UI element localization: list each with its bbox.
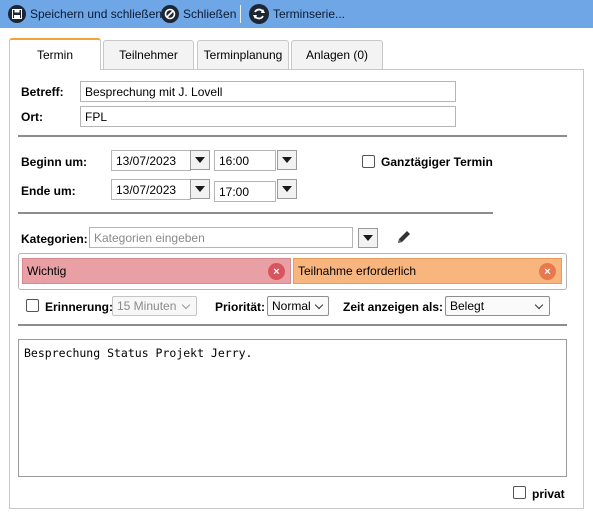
start-date-input[interactable]: 13/07/2023 [111, 150, 191, 171]
end-time-dropdown[interactable] [277, 179, 297, 199]
start-date-dropdown[interactable] [190, 150, 210, 170]
priority-select[interactable]: Normal [267, 296, 329, 316]
start-label: Beginn um: [21, 155, 87, 169]
remove-tag-icon[interactable]: × [268, 263, 285, 280]
tab-label: Terminplanung [203, 48, 283, 62]
chevron-down-icon [195, 186, 205, 192]
allday-label: Ganztägiger Termin [381, 155, 493, 169]
reminder-checkbox[interactable] [26, 299, 39, 312]
notes-textarea[interactable]: Besprechung Status Projekt Jerry. [18, 339, 567, 477]
priority-label: Priorität: [215, 300, 266, 314]
divider [18, 324, 567, 326]
save-icon [8, 5, 26, 23]
start-time-dropdown[interactable] [277, 150, 297, 170]
recurrence-button[interactable]: Terminserie... [249, 3, 345, 25]
allday-checkbox[interactable] [362, 155, 375, 168]
start-time-input[interactable]: 16:00 [214, 150, 276, 171]
private-checkbox[interactable] [513, 486, 526, 499]
tab-terminplanung[interactable]: Terminplanung [197, 40, 289, 69]
showas-label: Zeit anzeigen als: [343, 300, 444, 314]
chevron-down-icon [181, 300, 191, 310]
toolbar: Speichern und schließen Schließen Termin… [0, 0, 593, 28]
divider [18, 135, 567, 137]
subject-label: Betreff: [21, 85, 64, 99]
recurrence-icon [249, 4, 269, 24]
tag-wichtig: Wichtig [22, 258, 291, 284]
tab-label: Teilnehmer [119, 48, 178, 62]
reminder-select[interactable]: 15 Minuten [112, 296, 197, 316]
tab-anlagen[interactable]: Anlagen (0) [291, 40, 383, 69]
tab-label: Termin [36, 48, 73, 62]
chevron-down-icon [534, 300, 544, 310]
reminder-label: Erinnerung: [45, 300, 113, 314]
tab-label: Anlagen (0) [305, 48, 369, 62]
private-label: privat [532, 487, 565, 501]
tag-teilnahme: Teilnahme erforderlich [293, 258, 562, 284]
save-close-button[interactable]: Speichern und schließen [8, 3, 162, 25]
reminder-value: 15 Minuten [117, 299, 177, 313]
remove-tag-icon[interactable]: × [539, 263, 556, 280]
showas-select[interactable]: Belegt [445, 296, 550, 316]
categories-input[interactable]: Kategorien eingeben [89, 227, 353, 248]
categories-dropdown[interactable] [358, 228, 378, 248]
divider [18, 212, 493, 214]
save-close-label: Speichern und schließen [30, 7, 163, 21]
chevron-down-icon [282, 186, 292, 192]
close-button[interactable]: Schließen [161, 3, 236, 25]
toolbar-separator [240, 5, 241, 23]
chevron-down-icon [195, 157, 205, 163]
recurrence-label: Terminserie... [273, 7, 346, 21]
close-icon [161, 5, 179, 23]
chevron-down-icon [363, 235, 373, 241]
chevron-down-icon [282, 157, 292, 163]
tab-termin[interactable]: Termin [9, 38, 101, 70]
end-date-input[interactable]: 13/07/2023 [111, 179, 191, 200]
tag-label: Wichtig [27, 264, 67, 278]
pencil-icon[interactable] [395, 228, 413, 246]
end-date-dropdown[interactable] [190, 179, 210, 199]
notes-text: Besprechung Status Projekt Jerry. [24, 346, 253, 360]
chevron-down-icon [314, 300, 324, 310]
location-input[interactable]: FPL [80, 106, 456, 127]
close-label: Schließen [183, 7, 237, 21]
showas-value: Belegt [450, 299, 485, 313]
tab-teilnehmer[interactable]: Teilnehmer [103, 40, 194, 69]
end-time-input[interactable]: 17:00 [214, 181, 276, 202]
end-label: Ende um: [21, 184, 76, 198]
location-label: Ort: [21, 110, 43, 124]
subject-input[interactable]: Besprechung mit J. Lovell [80, 81, 456, 102]
tag-label: Teilnahme erforderlich [298, 264, 417, 278]
priority-value: Normal [272, 299, 311, 313]
categories-label: Kategorien: [21, 232, 88, 246]
